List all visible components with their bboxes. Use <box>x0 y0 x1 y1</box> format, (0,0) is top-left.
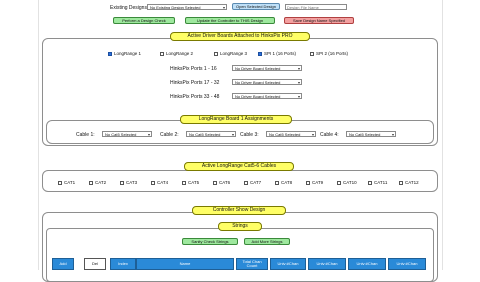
cat-cable-12[interactable]: CAT12 <box>399 180 419 185</box>
cable-label: Cable 3: <box>240 132 259 138</box>
port-range-label: HinksPix Ports 33 - 48 <box>170 94 220 100</box>
driver-board-label: LongRange 2 <box>166 51 194 56</box>
checkbox-icon[interactable] <box>182 180 186 185</box>
table-header-6[interactable]: Univ:#Chan <box>308 258 346 270</box>
checkbox-icon[interactable] <box>275 180 279 185</box>
save-design-name-button[interactable]: Save Design Name Specified <box>284 17 354 24</box>
driver-board-5[interactable]: SPI 2 (16 Ports) <box>310 51 348 56</box>
port-range-label: HinksPix Ports 17 - 32 <box>170 80 220 86</box>
cat-cable-6[interactable]: CAT6 <box>213 180 230 185</box>
driver-board-3[interactable]: LongRange 3 <box>214 51 247 56</box>
cable-select[interactable]: No Cat5 Selected <box>102 131 152 137</box>
cat-cable-label: CAT10 <box>343 180 357 185</box>
sanity-check-strings-button[interactable]: Sanity Check Strings <box>182 238 238 245</box>
perform-design-check-button[interactable]: Perform a Design Check <box>113 17 175 24</box>
cat-cable-1[interactable]: CAT1 <box>58 180 75 185</box>
driver-board-label: LongRange 3 <box>220 51 248 56</box>
cable-label: Cable 1: <box>76 132 95 138</box>
checkbox-icon[interactable] <box>108 51 112 56</box>
cat-cable-label: CAT3 <box>126 180 138 185</box>
cat-cable-11[interactable]: CAT11 <box>368 180 387 185</box>
driver-board-1[interactable]: LongRange 1 <box>108 51 141 56</box>
longrange-board-title: LongRange Board 1 Assignments <box>180 115 292 124</box>
strings-section <box>46 228 434 282</box>
open-selected-design-button[interactable]: Open Selected Design <box>232 3 280 10</box>
table-header-7[interactable]: Univ:#Chan <box>348 258 386 270</box>
cable-label: Cable 4: <box>320 132 339 138</box>
table-header-5[interactable]: Univ:#Chan <box>270 258 306 270</box>
checkbox-icon[interactable] <box>160 51 164 56</box>
table-header-1[interactable]: Del <box>84 258 106 270</box>
cat-cable-3[interactable]: CAT3 <box>120 180 137 185</box>
right-gutter-line <box>442 0 443 270</box>
cat-cable-label: CAT8 <box>281 180 293 185</box>
design-file-name-input[interactable] <box>285 4 347 10</box>
checkbox-icon[interactable] <box>258 51 262 56</box>
cat-cable-label: CAT7 <box>250 180 262 185</box>
driver-board-2[interactable]: LongRange 2 <box>160 51 193 56</box>
cat-cable-5[interactable]: CAT5 <box>182 180 199 185</box>
left-gutter-line <box>38 0 39 270</box>
cat-cable-label: CAT4 <box>157 180 169 185</box>
cat5-cables-title: Active LongRange Cat5-6 Cables <box>184 162 294 171</box>
cat-cable-8[interactable]: CAT8 <box>275 180 292 185</box>
checkbox-icon[interactable] <box>368 180 372 185</box>
cable-select[interactable]: No Cat5 Selected <box>266 131 316 137</box>
port-board-select[interactable]: No Driver Board Selected <box>232 79 302 85</box>
port-board-select[interactable]: No Driver Board Selected <box>232 93 302 99</box>
table-header-2[interactable]: Index <box>110 258 136 270</box>
cat-cable-label: CAT5 <box>188 180 200 185</box>
cat-cable-7[interactable]: CAT7 <box>244 180 261 185</box>
port-board-select[interactable]: No Driver Board Selected <box>232 65 302 71</box>
cat-cable-9[interactable]: CAT9 <box>306 180 323 185</box>
strings-title: Strings <box>218 222 262 231</box>
driver-boards-title: Active Driver Boards Attached to HinksPi… <box>170 32 310 41</box>
cat-cable-label: CAT12 <box>405 180 419 185</box>
driver-board-label: SPI 2 (16 Ports) <box>316 51 349 56</box>
checkbox-icon[interactable] <box>310 51 314 56</box>
checkbox-icon[interactable] <box>214 51 218 56</box>
cat-cable-label: CAT11 <box>374 180 388 185</box>
checkbox-icon[interactable] <box>120 180 124 185</box>
driver-board-4[interactable]: SPI 1 (16 Ports) <box>258 51 296 56</box>
cable-select[interactable]: No Cat5 Selected <box>186 131 236 137</box>
table-header-8[interactable]: Univ:#Chan <box>388 258 426 270</box>
add-more-strings-button[interactable]: Add More Strings <box>244 238 290 245</box>
checkbox-icon[interactable] <box>213 180 217 185</box>
table-header-4[interactable]: Total Chan Count <box>236 258 268 270</box>
controller-show-title: Controller Show Design <box>192 206 286 215</box>
checkbox-icon[interactable] <box>151 180 155 185</box>
port-range-label: HinksPix Ports 1 - 16 <box>170 66 217 72</box>
table-header-0[interactable]: Add <box>52 258 74 270</box>
cat-cable-label: CAT1 <box>64 180 76 185</box>
update-controller-button[interactable]: Update the Controller to THIS Design <box>185 17 275 24</box>
checkbox-icon[interactable] <box>337 180 341 185</box>
checkbox-icon[interactable] <box>89 180 93 185</box>
checkbox-icon[interactable] <box>306 180 310 185</box>
cat-cable-label: CAT6 <box>219 180 231 185</box>
existing-designs-label: Existing Designs: <box>110 5 149 11</box>
driver-board-label: LongRange 1 <box>114 51 142 56</box>
checkbox-icon[interactable] <box>244 180 248 185</box>
cable-select[interactable]: No Cat5 Selected <box>346 131 396 137</box>
driver-board-label: SPI 1 (16 Ports) <box>264 51 297 56</box>
cat-cable-2[interactable]: CAT2 <box>89 180 106 185</box>
cat-cable-10[interactable]: CAT10 <box>337 180 357 185</box>
checkbox-icon[interactable] <box>399 180 403 185</box>
cat-cable-label: CAT2 <box>95 180 107 185</box>
existing-design-select[interactable]: No Existing Design Selected <box>147 4 227 10</box>
cat-cable-4[interactable]: CAT4 <box>151 180 168 185</box>
cat-cable-label: CAT9 <box>312 180 324 185</box>
checkbox-icon[interactable] <box>58 180 62 185</box>
cable-label: Cable 2: <box>160 132 179 138</box>
table-header-3[interactable]: Name <box>136 258 234 270</box>
